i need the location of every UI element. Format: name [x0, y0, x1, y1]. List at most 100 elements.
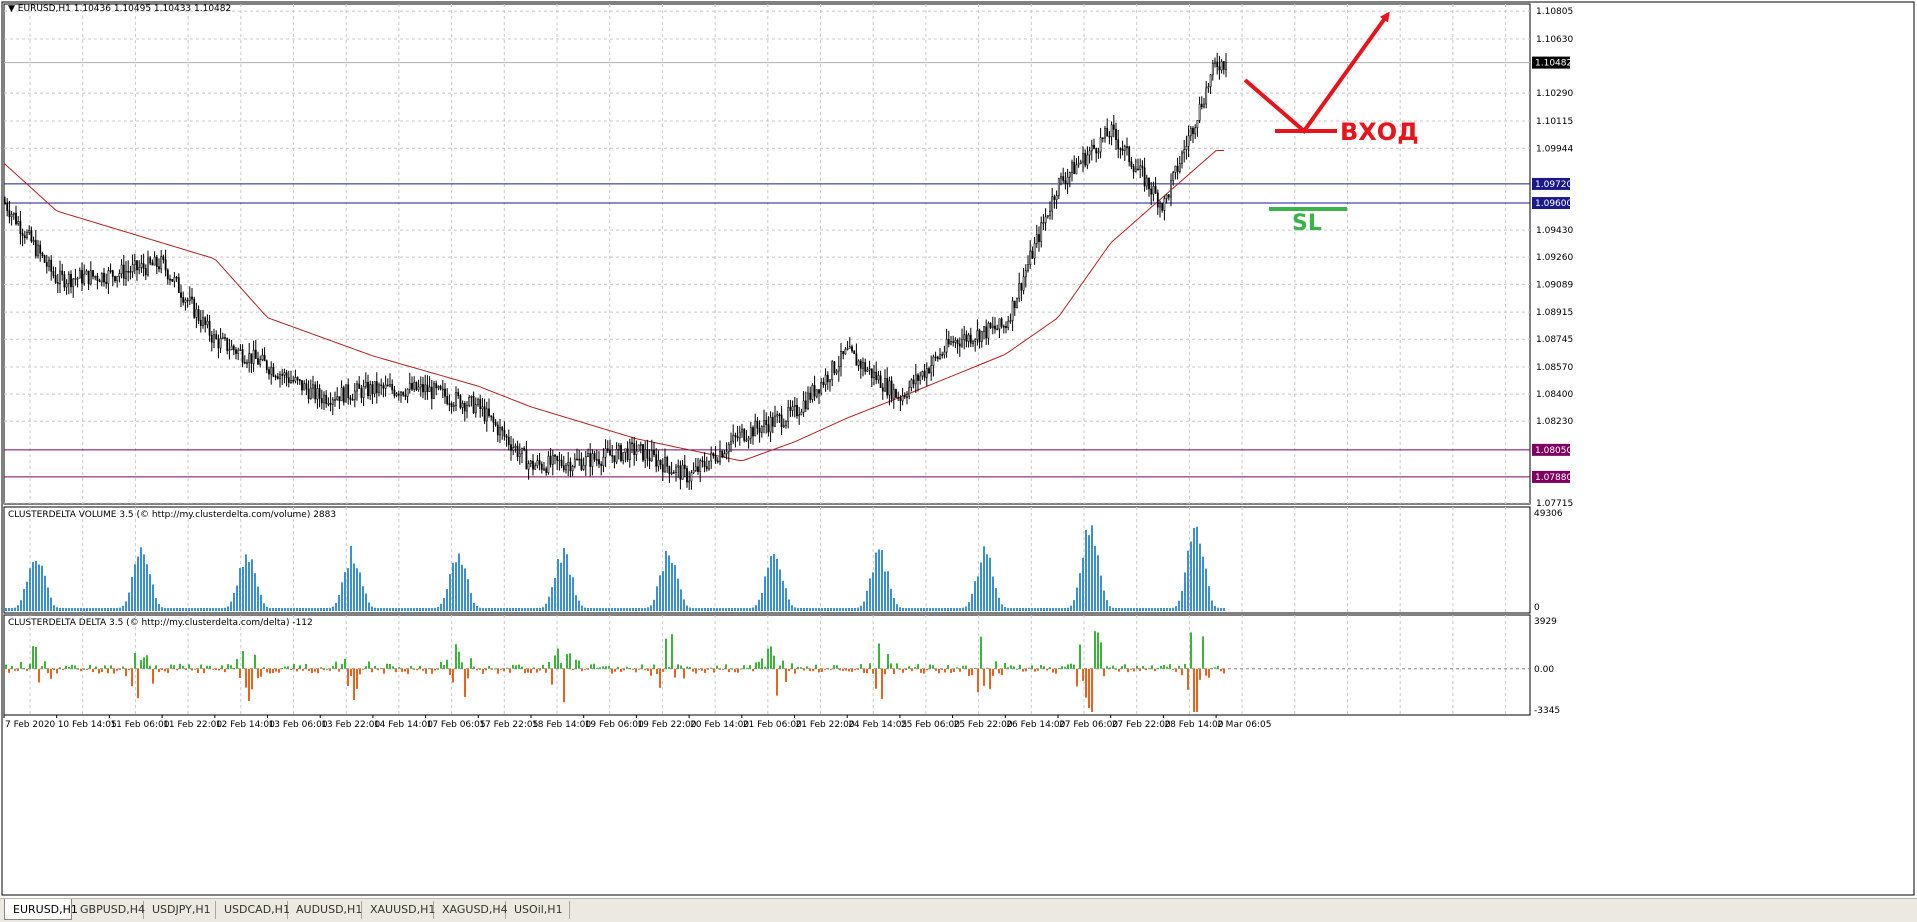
- volume-bar: [116, 607, 118, 611]
- volume-bar: [887, 571, 889, 611]
- candle-body: [166, 269, 169, 280]
- candle-body: [1172, 172, 1175, 181]
- delta-bar: [902, 668, 904, 673]
- tab-eurusd-h1[interactable]: EURUSD,H1: [4, 899, 78, 920]
- delta-bar: [737, 668, 739, 673]
- candle-body: [188, 296, 191, 301]
- volume-bar: [353, 563, 355, 611]
- candle-body: [378, 384, 380, 393]
- delta-bar: [722, 668, 724, 670]
- candle-body: [978, 330, 981, 343]
- volume-bar: [1217, 607, 1219, 611]
- delta-bar: [14, 668, 16, 671]
- candle-body: [558, 459, 561, 462]
- volume-bar: [557, 559, 559, 611]
- delta-bar: [1007, 667, 1009, 669]
- horizontal-levels[interactable]: [4, 62, 1530, 478]
- volume-bar: [980, 562, 982, 611]
- volume-bar: [734, 608, 736, 611]
- volume-bar: [467, 579, 469, 611]
- delta-bar: [455, 644, 457, 669]
- volume-bar: [296, 608, 298, 611]
- chart-window[interactable]: 1.10805 1.10630 1.10290 1.10115 1.09944 1.094…: [0, 0, 1917, 898]
- chart-canvas[interactable]: 1.10805 1.10630 1.10290 1.10115 1.09944 1.094…: [0, 0, 1917, 898]
- delta-bar: [623, 668, 625, 671]
- volume-bar: [743, 608, 745, 611]
- candle-body: [710, 452, 713, 462]
- candle-body: [235, 349, 237, 354]
- volume-bar: [905, 608, 907, 611]
- candle-body: [417, 386, 420, 390]
- volume-bar: [860, 605, 862, 611]
- candle-body: [208, 320, 211, 336]
- candle-body: [294, 377, 297, 382]
- volume-bar: [299, 608, 301, 611]
- delta-bar: [386, 663, 388, 669]
- candle-body: [637, 444, 640, 452]
- delta-bar: [392, 666, 394, 669]
- candle-body: [246, 362, 248, 365]
- volume-bar: [893, 597, 895, 611]
- volume-bar: [695, 608, 697, 611]
- delta-bar: [644, 668, 646, 671]
- candle-body: [719, 451, 721, 463]
- candle-body: [375, 381, 378, 393]
- candle-body: [639, 444, 642, 446]
- price-axis-label: 1.08230: [1536, 417, 1573, 427]
- candle-body: [879, 375, 882, 389]
- volume-bar: [809, 608, 811, 611]
- candle-body: [100, 272, 103, 283]
- delta-bar: [209, 665, 211, 669]
- entry-arrow[interactable]: [1243, 11, 1390, 134]
- delta-bar: [761, 658, 763, 669]
- candle-body: [437, 385, 440, 389]
- delta-bar: [1121, 666, 1123, 669]
- delta-bar: [221, 665, 223, 669]
- candle-body: [59, 270, 61, 284]
- delta-bar: [440, 662, 442, 669]
- delta-bar: [200, 664, 202, 669]
- delta-bar: [560, 663, 562, 669]
- delta-bar: [278, 668, 280, 673]
- candle-body: [1119, 148, 1122, 150]
- volume-bar: [41, 565, 43, 611]
- volume-bar: [521, 608, 523, 611]
- candle-body: [736, 436, 739, 439]
- candle-body: [301, 380, 303, 391]
- candle-body: [338, 396, 341, 402]
- candle-body: [499, 427, 501, 436]
- candle-body: [1225, 62, 1227, 70]
- delta-bar: [809, 668, 811, 671]
- candle-body: [857, 360, 860, 366]
- candle-body: [204, 317, 207, 325]
- candle-body: [219, 338, 222, 349]
- chart-menu-caret[interactable]: ▼: [8, 4, 15, 14]
- candle-body: [683, 464, 686, 469]
- candle-body: [1209, 74, 1212, 87]
- candle-body: [818, 389, 820, 394]
- delta-bar: [590, 664, 592, 669]
- candle-body: [345, 384, 347, 403]
- price-axis-label: 1.09430: [1536, 226, 1573, 236]
- delta-bar: [581, 668, 583, 672]
- tab-usdcad-h1[interactable]: USDCAD,H1: [216, 901, 290, 919]
- tab-audusd-h1[interactable]: AUDUSD,H1: [288, 901, 362, 919]
- volume-bar: [926, 608, 928, 611]
- candle-body: [565, 464, 567, 471]
- tab-gbpusd-h4[interactable]: GBPUSD,H4: [72, 901, 145, 919]
- delta-bar: [1034, 668, 1036, 672]
- volume-bar: [611, 608, 613, 611]
- delta-bar: [1127, 668, 1129, 673]
- tab-xagusd-h4[interactable]: XAGUSD,H4: [434, 901, 508, 919]
- delta-bar: [572, 668, 574, 671]
- candle-body: [439, 385, 442, 390]
- delta-bar: [1037, 668, 1039, 671]
- volume-bar: [773, 553, 775, 611]
- candle-body: [679, 465, 682, 480]
- tab-usdjpy-h1[interactable]: USDJPY,H1: [144, 901, 216, 919]
- candle-body: [459, 395, 462, 408]
- volume-bar: [242, 566, 244, 611]
- tab-xauusd-h1[interactable]: XAUUSD,H1: [362, 901, 435, 919]
- tab-usoil-h1[interactable]: USOil,H1: [506, 901, 570, 919]
- candle-body: [98, 280, 101, 283]
